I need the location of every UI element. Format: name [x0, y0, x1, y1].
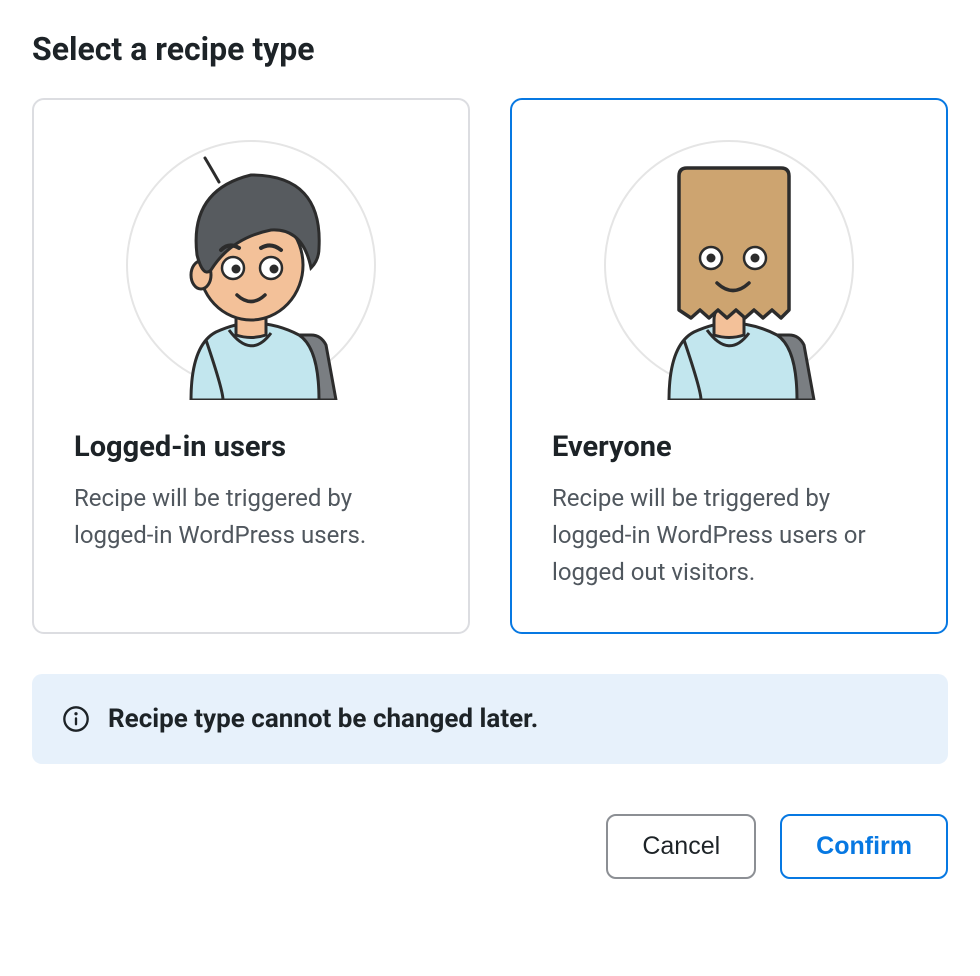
dialog-actions: Cancel Confirm	[32, 814, 948, 879]
confirm-button[interactable]: Confirm	[780, 814, 948, 879]
anonymous-bag-avatar-icon	[589, 120, 869, 400]
info-icon	[62, 705, 90, 733]
option-logged-in-users[interactable]: Logged-in users Recipe will be triggered…	[32, 98, 470, 634]
user-avatar-icon	[111, 120, 391, 400]
recipe-type-options: Logged-in users Recipe will be triggered…	[32, 98, 948, 634]
option-title: Logged-in users	[74, 430, 428, 464]
option-description: Recipe will be triggered by logged-in Wo…	[74, 480, 428, 554]
cancel-button[interactable]: Cancel	[606, 814, 756, 879]
option-description: Recipe will be triggered by logged-in Wo…	[552, 480, 906, 592]
notice-text: Recipe type cannot be changed later.	[108, 704, 538, 734]
logged-in-illustration	[74, 100, 428, 400]
everyone-illustration	[552, 100, 906, 400]
option-title: Everyone	[552, 430, 906, 464]
option-everyone[interactable]: Everyone Recipe will be triggered by log…	[510, 98, 948, 634]
notice-banner: Recipe type cannot be changed later.	[32, 674, 948, 764]
page-title: Select a recipe type	[32, 30, 948, 68]
